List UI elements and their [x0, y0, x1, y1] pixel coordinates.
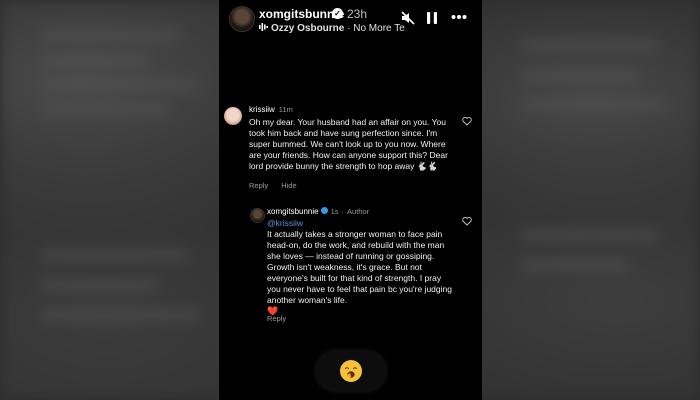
- reply-text: It actually takes a stronger woman to fa…: [267, 229, 452, 317]
- blurred-text-line: [40, 250, 190, 260]
- yawning-face-icon: [340, 360, 362, 382]
- comment-time: 11m: [278, 105, 293, 114]
- avatar[interactable]: [250, 208, 265, 223]
- story-header: xomgitsbunnie ✓ 23h Ozzy Osbourne · No M…: [219, 0, 482, 44]
- reply-body: It actually takes a stronger woman to fa…: [267, 229, 452, 305]
- blurred-text-line: [40, 55, 150, 65]
- music-attribution[interactable]: Ozzy Osbourne · No More Te: [259, 23, 409, 34]
- mention-link[interactable]: @krissiiw: [267, 218, 303, 228]
- blurred-text-line: [40, 280, 160, 290]
- comment-text: Oh my dear. Your husband had an affair o…: [249, 117, 448, 171]
- music-separator: ·: [344, 23, 354, 34]
- music-bars-icon: [259, 23, 268, 34]
- verified-badge-icon: ✓: [332, 8, 343, 19]
- blurred-text-line: [520, 230, 660, 240]
- reply-dot: ·: [341, 207, 345, 216]
- comment-username[interactable]: krissiiw 11m: [249, 105, 293, 114]
- music-title: No More Te: [353, 23, 405, 34]
- blurred-text-line: [40, 80, 200, 90]
- reply-username[interactable]: xomgitsbunnie: [267, 207, 319, 216]
- mute-icon[interactable]: [401, 11, 415, 25]
- avatar[interactable]: [224, 107, 242, 125]
- avatar[interactable]: [229, 6, 255, 32]
- reply-button[interactable]: Reply: [249, 181, 268, 190]
- verified-badge-icon: [320, 207, 328, 215]
- blurred-text-line: [40, 30, 180, 40]
- comment-username-text[interactable]: krissiiw: [249, 105, 275, 114]
- blurred-text-line: [40, 105, 170, 115]
- blurred-text-line: [520, 70, 640, 80]
- hide-button[interactable]: Hide: [281, 181, 296, 190]
- blurred-text-line: [40, 310, 200, 320]
- blurred-text-line: [520, 100, 670, 110]
- story-time: 23h: [347, 7, 368, 21]
- like-heart-icon[interactable]: [462, 216, 472, 226]
- blurred-text-line: [520, 40, 660, 50]
- reply-time: 1s: [330, 207, 339, 216]
- author-label: Author: [347, 207, 370, 216]
- reply-header: xomgitsbunnie 1s · Author: [267, 207, 369, 216]
- pause-icon[interactable]: [426, 11, 438, 25]
- blurred-text-line: [520, 260, 630, 270]
- story-viewer: xomgitsbunnie ✓ 23h Ozzy Osbourne · No M…: [219, 0, 482, 400]
- like-heart-icon[interactable]: [462, 116, 472, 126]
- music-artist: Ozzy Osbourne: [271, 23, 345, 34]
- more-icon[interactable]: [451, 14, 467, 20]
- comment-actions: Reply Hide: [249, 181, 310, 190]
- reaction-button[interactable]: [315, 350, 387, 392]
- reply-button[interactable]: Reply: [267, 314, 286, 323]
